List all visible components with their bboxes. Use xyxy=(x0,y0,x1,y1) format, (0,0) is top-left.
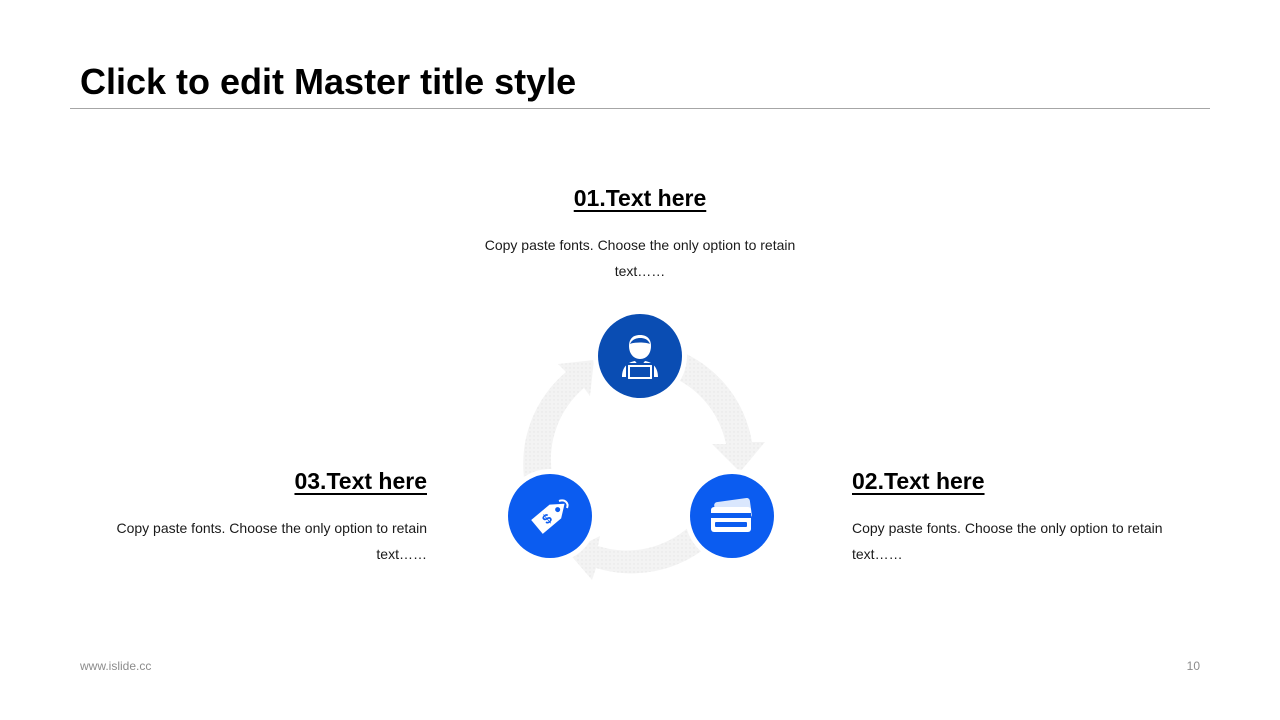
item-02-text[interactable]: Copy paste fonts. Choose the only option… xyxy=(852,515,1182,567)
item-03-text[interactable]: Copy paste fonts. Choose the only option… xyxy=(97,515,427,567)
slide: Click to edit Master title style 01.Text… xyxy=(0,0,1280,720)
item-02-heading[interactable]: 02.Text here xyxy=(852,466,985,496)
price-tag-icon: $ xyxy=(508,474,592,558)
page-number: 10 xyxy=(1186,659,1200,673)
person-laptop-icon xyxy=(598,314,682,398)
slide-title[interactable]: Click to edit Master title style xyxy=(80,60,576,104)
item-03-heading[interactable]: 03.Text here xyxy=(127,466,427,496)
cycle-diagram: $ xyxy=(500,310,790,580)
cycle-arrow-right xyxy=(670,352,765,472)
cycle-arrow-left xyxy=(523,360,594,478)
item-01-text[interactable]: Copy paste fonts. Choose the only option… xyxy=(475,232,805,284)
cycle-arrow-bottom xyxy=(568,526,708,580)
title-divider xyxy=(70,108,1210,109)
footer-website[interactable]: www.islide.cc xyxy=(80,658,151,674)
credit-card-icon xyxy=(690,474,774,558)
item-01-heading[interactable]: 01.Text here xyxy=(490,183,790,213)
